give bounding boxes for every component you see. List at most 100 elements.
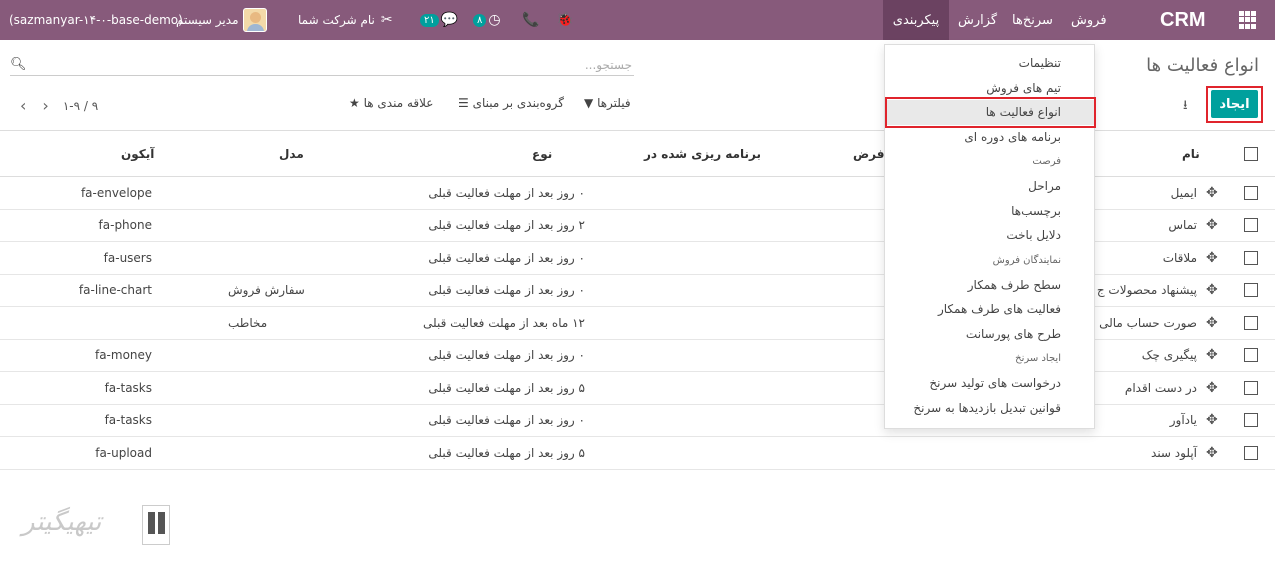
dropdown-item[interactable]: طرح های پورسانت bbox=[885, 322, 1094, 347]
row-name: پیشنهاد محصولات ج bbox=[1096, 283, 1197, 298]
row-planned: ۵ روز بعد از مهلت فعالیت قبلی bbox=[428, 380, 585, 395]
row-checkbox[interactable] bbox=[1244, 283, 1258, 298]
page-title: انواع فعالیت ها bbox=[1146, 55, 1259, 76]
dropdown-item[interactable]: برچسب‌ها bbox=[885, 199, 1094, 224]
row-checkbox[interactable] bbox=[1244, 185, 1258, 200]
drag-handle-icon[interactable]: ✥ bbox=[1206, 307, 1218, 339]
row-icon: fa-tasks bbox=[104, 380, 152, 395]
search-icon[interactable]: 🔍︎ bbox=[10, 57, 27, 72]
pager-value[interactable]: ۱-۹ / ۹ bbox=[63, 99, 98, 113]
dropdown-section-header: ایجاد سرنخ bbox=[1015, 352, 1061, 364]
row-planned: ۱۲ ماه بعد از مهلت فعالیت قبلی bbox=[423, 315, 585, 330]
row-model bbox=[228, 210, 303, 242]
row-name: پیگیری چک bbox=[1141, 348, 1197, 363]
activities-count-badge: ۸ bbox=[473, 13, 487, 27]
top-navbar: CRM فروش سرنخ‌ها گزارش پیکربندی 🐞 📞 ۸ ◷ … bbox=[0, 0, 1275, 40]
company-switcher[interactable]: نام شرکت شما ✂ bbox=[298, 0, 393, 40]
chevron-left-icon[interactable]: ‹ bbox=[20, 96, 26, 115]
dropdown-section-header: فرصت bbox=[1032, 156, 1061, 168]
dropdown-item[interactable]: دلایل باخت bbox=[885, 223, 1094, 248]
row-model bbox=[228, 177, 303, 209]
row-model: سفارش فروش bbox=[228, 283, 305, 298]
row-planned: ۰ روز بعد از مهلت فعالیت قبلی bbox=[428, 348, 585, 363]
drag-handle-icon[interactable]: ✥ bbox=[1206, 177, 1218, 209]
table-row[interactable]: ✥ آپلود سند ۵ روز بعد از مهلت فعالیت قبلی f… bbox=[0, 437, 1275, 470]
row-planned: ۰ روز بعد از مهلت فعالیت قبلی bbox=[428, 283, 585, 298]
row-name: تماس bbox=[1168, 218, 1197, 233]
row-checkbox[interactable] bbox=[1244, 413, 1258, 428]
dropdown-section-header: نمایندگان فروش bbox=[992, 254, 1061, 266]
row-checkbox[interactable] bbox=[1244, 380, 1258, 395]
row-icon: fa-users bbox=[103, 250, 152, 265]
menu-sales[interactable]: فروش bbox=[1063, 0, 1115, 40]
create-button-highlight bbox=[1206, 86, 1263, 123]
activities-menu[interactable]: ۸ ◷ bbox=[473, 0, 501, 40]
row-planned: ۰ روز بعد از مهلت فعالیت قبلی bbox=[428, 250, 585, 265]
favorites-button[interactable]: ★ علاقه مندی ها bbox=[349, 96, 433, 110]
messaging-menu[interactable]: ۲۱ 💬 bbox=[420, 0, 458, 40]
row-name: ملاقات bbox=[1162, 250, 1197, 265]
menu-reporting[interactable]: گزارش bbox=[950, 0, 1005, 40]
filters-button[interactable]: ▼ فیلترها bbox=[584, 96, 631, 110]
row-name: ایمیل bbox=[1170, 185, 1197, 200]
dropdown-item[interactable]: قوانین تبدیل بازدیدها به سرنخ bbox=[885, 395, 1094, 420]
apps-menu-icon[interactable] bbox=[1239, 0, 1257, 40]
row-name: آپلود سند bbox=[1151, 445, 1197, 460]
row-planned: ۰ روز بعد از مهلت فعالیت قبلی bbox=[428, 185, 585, 200]
row-icon: fa-tasks bbox=[104, 413, 152, 428]
database-name: (sazmanyar-۱۴-۰-base-demo) bbox=[9, 13, 183, 27]
drag-handle-icon[interactable]: ✥ bbox=[1206, 372, 1218, 404]
drag-handle-icon[interactable]: ✥ bbox=[1206, 242, 1218, 274]
chevron-right-icon[interactable]: › bbox=[42, 96, 48, 115]
row-checkbox[interactable] bbox=[1244, 445, 1258, 460]
search-bar: 🔍︎ bbox=[10, 54, 634, 76]
search-input[interactable] bbox=[26, 57, 634, 72]
dropdown-item[interactable]: مراحل bbox=[885, 174, 1094, 199]
dropdown-item[interactable]: سطح طرف همکار bbox=[885, 272, 1094, 297]
clock-icon: ◷ bbox=[488, 12, 501, 28]
column-planned[interactable]: برنامه ریزی شده در bbox=[644, 131, 761, 176]
menu-leads[interactable]: سرنخ‌ها bbox=[1004, 0, 1061, 40]
dropdown-item[interactable]: برنامه های دوره ای bbox=[885, 125, 1094, 150]
menu-configuration[interactable]: پیکربندی bbox=[883, 0, 949, 40]
row-name: یادآور bbox=[1169, 413, 1197, 428]
row-model bbox=[228, 372, 303, 404]
bars-icon: ☰ bbox=[458, 96, 469, 110]
column-default[interactable]: فرض bbox=[853, 131, 884, 176]
activity-types-menu-highlight bbox=[885, 97, 1096, 128]
star-icon: ★ bbox=[349, 96, 360, 110]
groupby-button[interactable]: ☰ گروه‌بندی بر مبنای bbox=[458, 96, 564, 110]
row-model bbox=[228, 405, 303, 437]
drag-handle-icon[interactable]: ✥ bbox=[1206, 405, 1218, 437]
pager: ‹ › ۱-۹ / ۹ bbox=[20, 96, 98, 115]
select-all-checkbox[interactable] bbox=[1244, 146, 1258, 161]
drag-handle-icon[interactable]: ✥ bbox=[1206, 340, 1218, 372]
row-icon: fa-line-chart bbox=[78, 283, 152, 298]
row-checkbox[interactable] bbox=[1244, 315, 1258, 330]
row-checkbox[interactable] bbox=[1244, 218, 1258, 233]
row-planned: ۲ روز بعد از مهلت فعالیت قبلی bbox=[428, 218, 585, 233]
column-name[interactable]: نام bbox=[1182, 131, 1200, 176]
row-model bbox=[228, 242, 303, 274]
debug-bug-icon[interactable]: 🐞 bbox=[556, 0, 573, 40]
download-icon[interactable]: ⭳ bbox=[1183, 96, 1188, 118]
row-model: مخاطب bbox=[228, 315, 268, 330]
row-checkbox[interactable] bbox=[1244, 250, 1258, 265]
drag-handle-icon[interactable]: ✥ bbox=[1206, 437, 1218, 469]
column-icon[interactable]: آیکون bbox=[121, 131, 154, 176]
row-name: صورت حساب مالی bbox=[1099, 315, 1197, 330]
dropdown-item[interactable]: فعالیت های طرف همکار bbox=[885, 297, 1094, 322]
column-type[interactable]: نوع bbox=[532, 131, 552, 176]
phone-icon[interactable]: 📞 bbox=[522, 0, 539, 40]
row-planned: ۰ روز بعد از مهلت فعالیت قبلی bbox=[428, 413, 585, 428]
app-brand[interactable]: CRM bbox=[1160, 0, 1206, 40]
column-model[interactable]: مدل bbox=[279, 131, 304, 176]
row-icon: fa-upload bbox=[95, 445, 152, 460]
drag-handle-icon[interactable]: ✥ bbox=[1206, 210, 1218, 242]
chat-icon: 💬 bbox=[440, 12, 459, 28]
dropdown-item[interactable]: تنظیمات bbox=[885, 51, 1094, 76]
user-menu[interactable]: مدیر سیستم bbox=[176, 0, 267, 40]
dropdown-item[interactable]: درخواست های تولید سرنخ bbox=[885, 371, 1094, 396]
drag-handle-icon[interactable]: ✥ bbox=[1206, 275, 1218, 307]
row-checkbox[interactable] bbox=[1244, 348, 1258, 363]
